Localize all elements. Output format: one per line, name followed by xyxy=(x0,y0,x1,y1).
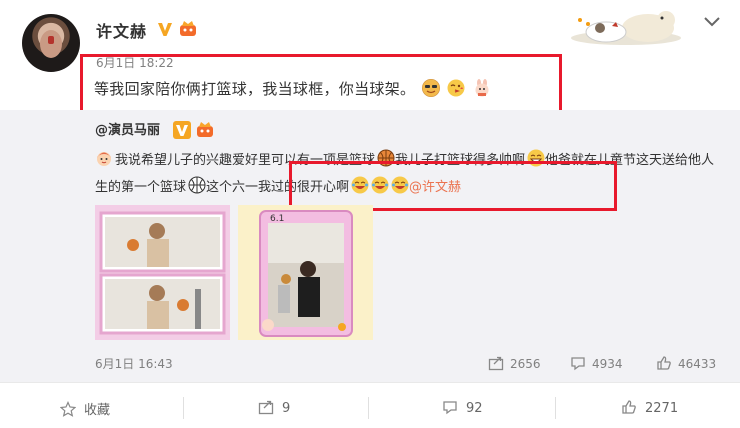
emoji-rabbit-icon xyxy=(473,79,491,97)
header-decoration xyxy=(566,8,686,48)
like-button[interactable]: 2271 xyxy=(621,399,678,416)
quoted-verified-v-icon xyxy=(173,121,191,139)
quoted-repost-count[interactable]: 2656 xyxy=(488,355,541,371)
post-user-name[interactable]: 许文赫 xyxy=(96,18,147,42)
star-icon xyxy=(59,401,77,417)
emoji-sunglasses-icon xyxy=(422,79,441,97)
action-bar: 收藏 9 92 2271 xyxy=(0,382,740,428)
quoted-member-crown-icon xyxy=(195,119,215,139)
like-count: 2271 xyxy=(645,401,679,416)
emoji-girl-icon xyxy=(95,149,113,167)
thumbs-up-icon xyxy=(657,356,671,370)
quoted-like-value: 46433 xyxy=(678,357,717,371)
thumbs-up-icon xyxy=(622,400,636,414)
favorite-button[interactable]: 收藏 xyxy=(59,399,111,418)
divider xyxy=(368,397,369,419)
post-header: 许文赫 6月1日 18:22 等我回家陪你俩打篮球，我当球框，你当球架。 xyxy=(0,0,740,110)
repost-button[interactable]: 9 xyxy=(258,399,290,416)
emoji-laugh-cry-1-icon xyxy=(351,176,369,194)
repost-icon xyxy=(488,356,504,371)
quoted-text: 我说希望儿子的兴趣爱好里可以有一项是篮球 我儿子打篮球得多帅啊 他爸就在儿童节这… xyxy=(95,147,715,201)
quoted-comment-count[interactable]: 4934 xyxy=(570,355,623,371)
quoted-comment-value: 4934 xyxy=(592,357,623,371)
comment-count: 92 xyxy=(466,401,483,416)
divider xyxy=(555,397,556,419)
emoji-kiss-icon xyxy=(447,79,465,97)
comment-icon xyxy=(443,401,457,415)
quoted-like-count[interactable]: 46433 xyxy=(656,355,716,371)
mention-link[interactable]: @许文赫 xyxy=(409,180,461,195)
comment-button[interactable]: 92 xyxy=(442,399,483,416)
chevron-down-icon[interactable] xyxy=(702,14,722,30)
avatar-mark xyxy=(48,36,54,44)
quoted-user-name[interactable]: @演员马丽 xyxy=(95,119,160,138)
divider xyxy=(183,397,184,419)
comment-icon xyxy=(571,357,585,371)
svg-text:6.1: 6.1 xyxy=(270,214,284,224)
emoji-laugh-cry-2-icon xyxy=(371,176,389,194)
repost-icon xyxy=(258,400,274,415)
quoted-repost-value: 2656 xyxy=(510,357,541,371)
quoted-image-1[interactable] xyxy=(95,205,230,340)
emoji-basketball-icon xyxy=(377,149,395,167)
avatar-face xyxy=(40,30,62,58)
post-timestamp[interactable]: 6月1日 18:22 xyxy=(96,54,174,71)
avatar[interactable] xyxy=(22,14,80,72)
emoji-laugh-cry-3-icon xyxy=(391,176,409,194)
post-text-content: 等我回家陪你俩打篮球，我当球框，你当球架。 xyxy=(94,80,416,98)
quoted-text-part2: 我儿子打篮球得多帅啊 xyxy=(395,153,526,168)
emoji-laugh-icon xyxy=(527,149,545,167)
quoted-text-part1: 我说希望儿子的兴趣爱好里可以有一项是篮球 xyxy=(115,153,376,168)
post-text: 等我回家陪你俩打篮球，我当球框，你当球架。 xyxy=(94,78,491,99)
emoji-basketball-2-icon xyxy=(188,176,206,194)
verified-v-icon xyxy=(156,20,174,38)
quoted-image-2[interactable]: 6.1 xyxy=(238,205,373,340)
repost-count: 9 xyxy=(282,401,291,416)
quoted-text-part4: 这个六一我过的很开心啊 xyxy=(206,180,350,195)
quoted-time[interactable]: 6月1日 16:43 xyxy=(95,355,173,372)
member-crown-icon xyxy=(178,18,198,38)
favorite-label: 收藏 xyxy=(84,403,111,418)
